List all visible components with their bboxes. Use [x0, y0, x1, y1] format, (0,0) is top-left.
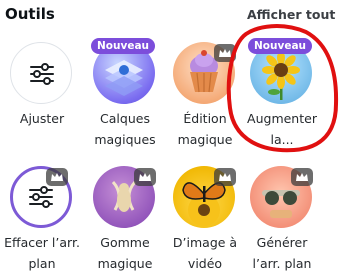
crown-icon	[296, 173, 308, 181]
tool-upscale[interactable]: Nouveau Augmenter la...	[240, 38, 324, 147]
see-all-link[interactable]: Afficher tout	[247, 7, 335, 22]
premium-badge	[291, 168, 313, 186]
tool-label: Générer l’arr. plan	[252, 235, 312, 271]
tool-label: Effacer l’arr. plan	[4, 235, 80, 271]
tools-header: Outils Afficher tout	[0, 0, 340, 34]
tool-magic-edit[interactable]: Édition magique	[163, 42, 247, 147]
section-title: Outils	[5, 5, 55, 23]
tool-label: Augmenter la...	[247, 111, 317, 147]
tool-label: Gomme magique	[97, 235, 153, 271]
tool-label: D’image à vidéo	[172, 235, 238, 271]
premium-badge	[46, 168, 68, 186]
tool-image-to-video[interactable]: D’image à vidéo	[163, 166, 247, 271]
premium-badge	[214, 44, 236, 62]
tool-magic-layers[interactable]: Nouveau Calques magiques	[83, 38, 167, 147]
tool-label: Ajuster	[19, 111, 65, 126]
tool-label: Édition magique	[177, 111, 233, 147]
new-badge: Nouveau	[248, 38, 313, 54]
tool-adjust[interactable]: Ajuster	[0, 42, 84, 146]
sliders-icon	[30, 63, 54, 85]
tool-label: Calques magiques	[94, 111, 156, 147]
crown-icon	[219, 173, 231, 181]
adjust-circle	[10, 42, 72, 104]
crown-icon	[51, 173, 63, 181]
tool-remove-background[interactable]: Effacer l’arr. plan	[0, 166, 84, 271]
crown-icon	[139, 173, 151, 181]
tool-magic-eraser[interactable]: Gomme magique	[83, 166, 167, 271]
premium-badge	[214, 168, 236, 186]
new-badge: Nouveau	[91, 38, 156, 54]
premium-badge	[134, 168, 156, 186]
tool-generate-background[interactable]: Générer l’arr. plan	[240, 166, 324, 271]
crown-icon	[219, 49, 231, 57]
